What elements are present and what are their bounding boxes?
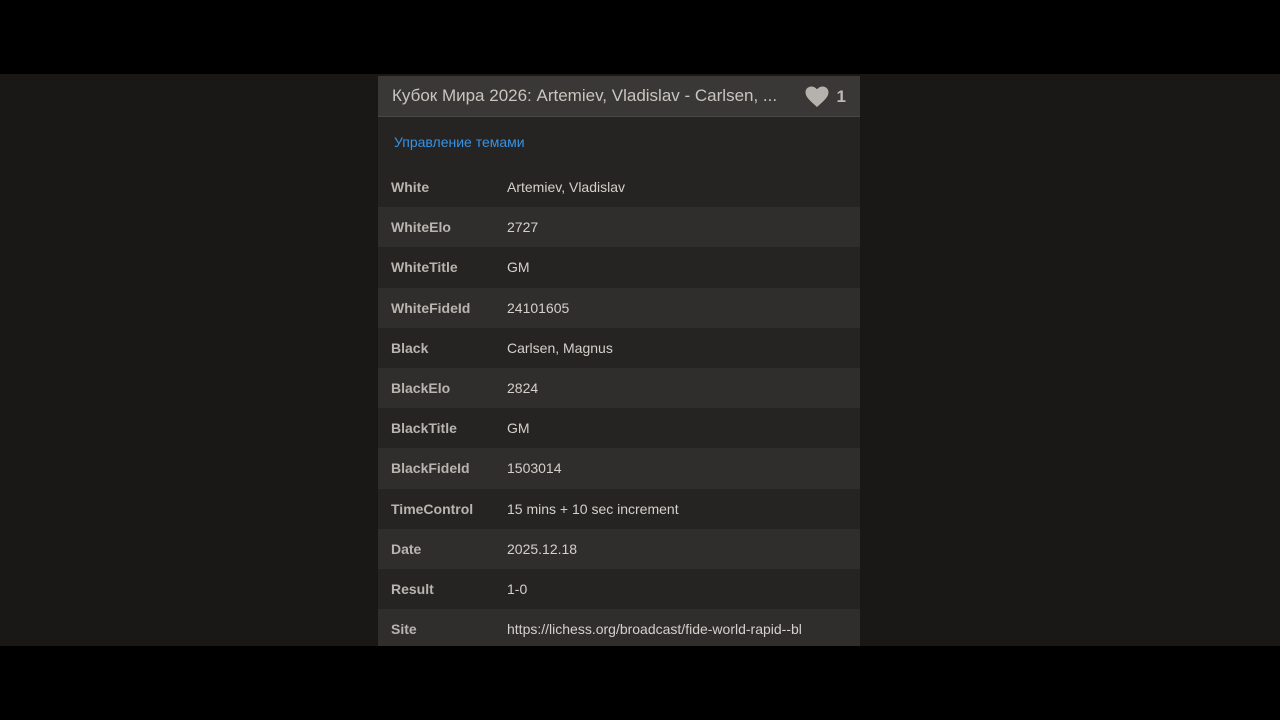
tag-key: TimeControl	[391, 500, 474, 517]
tag-row-blacktitle: BlackTitle GM	[378, 408, 860, 448]
like-count: 1	[836, 87, 846, 106]
tag-row-blackelo: BlackElo 2824	[378, 367, 860, 409]
tag-value: 1-0	[507, 580, 528, 597]
tag-key: WhiteElo	[391, 219, 451, 236]
tag-key: BlackElo	[391, 380, 451, 397]
tag-key: WhiteFideId	[391, 299, 471, 316]
tag-key: BlackFideId	[391, 460, 470, 477]
tag-value: Artemiev, Vladislav	[507, 179, 626, 196]
tag-row-white: White Artemiev, Vladislav	[378, 167, 860, 207]
tag-key: Site	[391, 621, 417, 638]
tag-row-whiteelo: WhiteElo 2727	[378, 207, 860, 248]
game-title: Кубок Мира 2026: Artemiev, Vladislav - C…	[392, 86, 778, 105]
tag-row-blackfideid: BlackFideId 1503014	[378, 448, 860, 489]
tag-row-date: Date 2025.12.18	[378, 528, 860, 569]
tag-key: WhiteTitle	[391, 259, 458, 276]
tag-key: Result	[391, 580, 434, 597]
tag-key: Black	[391, 339, 429, 356]
tag-value: 15 mins + 10 sec increment	[507, 500, 679, 517]
tag-key: BlackTitle	[391, 420, 457, 437]
tag-value: GM	[507, 420, 530, 437]
tag-row-whitetitle: WhiteTitle GM	[378, 247, 860, 287]
heart-icon	[805, 86, 829, 108]
tag-value: 2727	[507, 219, 539, 236]
tag-key: White	[391, 179, 430, 196]
tag-row-timecontrol: TimeControl 15 mins + 10 sec increment	[378, 489, 860, 529]
pgn-tags-table: White Artemiev, Vladislav WhiteElo 2727 Whit…	[378, 167, 860, 646]
tag-row-result: Result 1-0	[378, 569, 860, 609]
tag-value: 1503014	[507, 460, 562, 477]
tag-value[interactable]: https://lichess.org/broadcast/fide-world…	[507, 621, 860, 637]
tag-value: 24101605	[507, 299, 570, 316]
like-button[interactable]: 1	[805, 86, 846, 108]
tag-row-site: Site https://lichess.org/broadcast/fide-w…	[378, 609, 860, 646]
video-frame: Кубок Мира 2026: Artemiev, Vladislav - C…	[0, 74, 1280, 646]
tag-value: 2025.12.18	[507, 540, 578, 557]
tag-value: Carlsen, Magnus	[507, 339, 613, 356]
tag-value: 2824	[507, 380, 539, 397]
tag-row-whitefideid: WhiteFideId 24101605	[378, 287, 860, 328]
game-tags-panel: Кубок Мира 2026: Artemiev, Vladislav - C…	[378, 76, 860, 646]
panel-header: Кубок Мира 2026: Artemiev, Vladislav - C…	[378, 76, 860, 117]
tag-key: Date	[391, 540, 422, 557]
manage-topics-link[interactable]: Управление темами	[394, 134, 525, 150]
tag-value: GM	[507, 259, 530, 276]
tag-row-black: Black Carlsen, Magnus	[378, 328, 860, 368]
